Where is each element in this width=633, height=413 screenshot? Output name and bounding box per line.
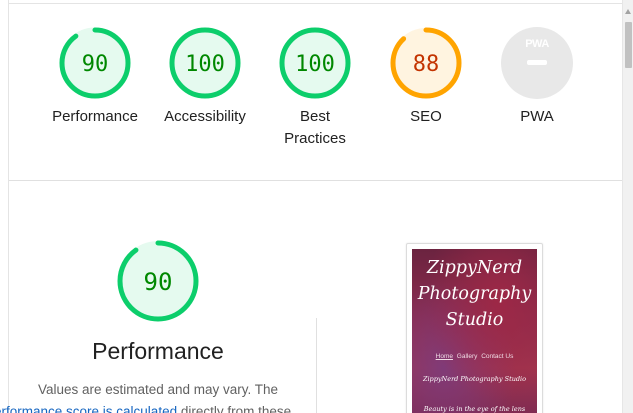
- gauge-ring: 90: [59, 27, 131, 99]
- gauge-pwa[interactable]: PWA PWA: [481, 26, 593, 128]
- description-tail: directly from these: [177, 404, 292, 413]
- gauge-score: 90: [82, 52, 109, 77]
- vertical-divider: [316, 318, 317, 413]
- report-viewport: 90 Performance 100 Accessibility 100 Bes…: [0, 0, 622, 413]
- screenshot-image: ZippyNerd Photography Studio Home Galler…: [412, 249, 537, 413]
- gauge-label: SEO: [410, 108, 442, 125]
- gauge-score: 100: [295, 52, 335, 77]
- performance-description: Values are estimated and may vary. The e…: [0, 379, 316, 413]
- scroll-up-icon[interactable]: [625, 9, 631, 14]
- score-summary: 90 Performance 100 Accessibility 100 Bes…: [0, 0, 622, 180]
- gauge-ring: 100: [279, 27, 351, 99]
- site-nav-item: Home: [435, 353, 453, 360]
- gauge-accessibility[interactable]: 100 Accessibility: [149, 26, 261, 128]
- gauge-ring: 100: [169, 27, 241, 99]
- scrollbar-thumb[interactable]: [625, 22, 632, 68]
- gauge-label: PWA: [520, 108, 554, 125]
- performance-gauge[interactable]: 90: [116, 239, 200, 323]
- pwa-badge-icon: PWA: [501, 27, 573, 99]
- performance-title: Performance: [92, 338, 224, 364]
- gauge-best-practices[interactable]: 100 Best Practices: [259, 26, 371, 150]
- site-studio-name: ZippyNerd Photography Studio: [422, 375, 527, 383]
- gauge-label: Accessibility: [164, 108, 246, 125]
- gauge-performance[interactable]: 90 Performance: [39, 26, 151, 128]
- site-title-line: Studio: [445, 310, 504, 330]
- score-calculation-link[interactable]: erformance score is calculated: [0, 404, 177, 413]
- site-nav-item: Contact Us: [481, 353, 514, 360]
- site-title-line: ZippyNerd: [426, 258, 523, 278]
- site-nav-item: Gallery: [456, 353, 478, 360]
- pwa-logo-text: PWA: [525, 38, 549, 50]
- site-title-line: Photography: [417, 284, 532, 304]
- vertical-scrollbar[interactable]: [622, 0, 633, 413]
- final-screenshot[interactable]: ZippyNerd Photography Studio Home Galler…: [406, 243, 543, 413]
- performance-score: 90: [144, 268, 173, 296]
- gauge-score: 100: [185, 52, 225, 77]
- gauge-label: Performance: [52, 108, 138, 125]
- description-line: Values are estimated and may vary. The: [37, 382, 279, 397]
- site-nav: Home Gallery Contact Us: [412, 353, 537, 360]
- gauge-label: Best Practices: [284, 108, 346, 147]
- site-title: ZippyNerd Photography Studio: [412, 255, 537, 333]
- description-line: erformance score is calculated directly …: [0, 401, 316, 413]
- gauge-ring: 88: [390, 27, 462, 99]
- gauge-score: 88: [413, 52, 440, 77]
- section-divider: [9, 180, 622, 181]
- site-tagline: Beauty is in the eye of the lens holder!: [423, 405, 526, 413]
- gauge-seo[interactable]: 88 SEO: [370, 26, 482, 128]
- na-dash-icon: [527, 60, 547, 65]
